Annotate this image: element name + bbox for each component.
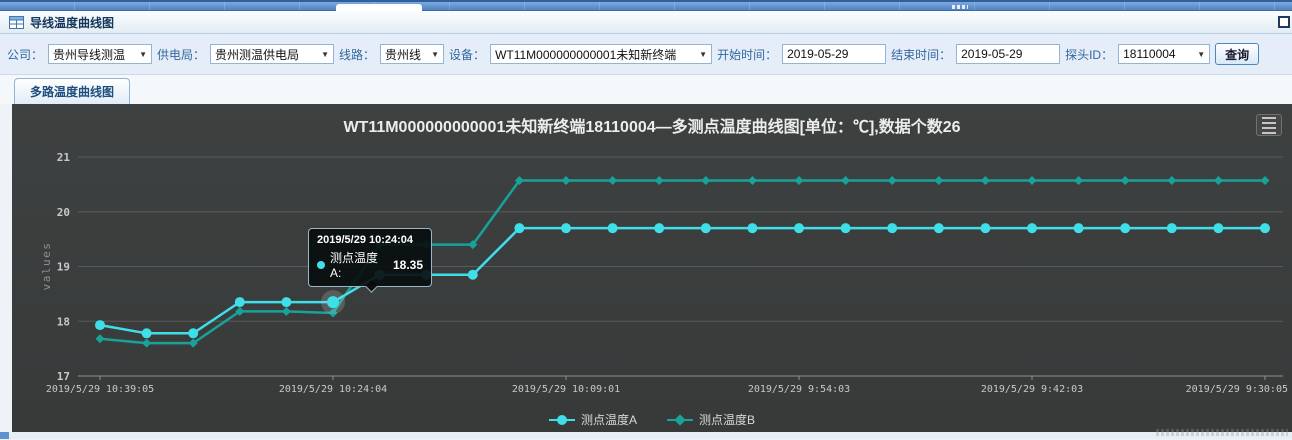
legend-item-series-b[interactable]: 测点温度B [667, 411, 755, 428]
temperature-chart: WT11M000000000001未知新终端18110004—多测点温度曲线图[… [12, 104, 1292, 432]
query-toolbar: 公司： 贵州导线测温 ▼ 供电局： 贵州测温供电局 ▼ 线路： 贵州线 ▼ 设备… [0, 34, 1292, 75]
svg-text:2019/5/29 9:30:05: 2019/5/29 9:30:05 [1186, 384, 1288, 395]
svg-text:2019/5/29 9:54:03: 2019/5/29 9:54:03 [748, 384, 850, 395]
svg-text:values: values [40, 242, 53, 291]
watermark [1156, 429, 1288, 436]
end-date-input[interactable] [961, 47, 1055, 61]
chevron-down-icon: ▼ [139, 50, 147, 59]
svg-text:19: 19 [57, 261, 70, 274]
line-select[interactable]: 贵州线 ▼ [380, 44, 444, 64]
bottom-blue-chip [0, 432, 9, 439]
legend-item-series-a[interactable]: 测点温度A [549, 411, 637, 428]
chevron-down-icon: ▼ [1197, 50, 1205, 59]
series-a-dot-icon [317, 261, 325, 269]
line-label: 线路： [339, 46, 375, 63]
top-bar-glyph [952, 5, 968, 9]
chevron-down-icon: ▼ [699, 50, 707, 59]
svg-text:2019/5/29 10:39:05: 2019/5/29 10:39:05 [46, 384, 154, 395]
device-select[interactable]: WT11M000000000001未知新终端 ▼ [490, 44, 712, 64]
svg-text:18: 18 [57, 315, 70, 328]
query-button[interactable]: 查询 [1215, 43, 1259, 65]
chevron-down-icon: ▼ [431, 50, 439, 59]
company-label: 公司： [7, 46, 43, 63]
svg-text:2019/5/29 9:42:03: 2019/5/29 9:42:03 [981, 384, 1083, 395]
tab-multi-temp-curve[interactable]: 多路温度曲线图 [14, 78, 130, 104]
line-plot-area[interactable]: 17 18 19 20 21 values 2019/5/29 10:39:05 2019/5… [12, 104, 1292, 432]
chart-tooltip: 2019/5/29 10:24:04 测点温度A: 18.35 [308, 228, 432, 287]
chevron-down-icon: ▼ [321, 50, 329, 59]
svg-text:2019/5/29 10:09:01: 2019/5/29 10:09:01 [512, 384, 620, 395]
tooltip-timestamp: 2019/5/29 10:24:04 [317, 234, 423, 246]
tooltip-series-label: 测点温度A: [330, 249, 389, 280]
svg-text:17: 17 [57, 370, 70, 383]
panel-title-bar: 导线温度曲线图 [0, 11, 1292, 34]
start-date-label: 开始时间： [717, 46, 777, 63]
menu-separators [0, 2, 1292, 10]
device-label: 设备： [449, 46, 485, 63]
top-menu-bar [0, 0, 1292, 11]
grid-table-icon [9, 16, 24, 29]
circle-marker-icon [549, 414, 575, 426]
bureau-select[interactable]: 贵州测温供电局 ▼ [210, 44, 334, 64]
svg-text:2019/5/29 10:24:04: 2019/5/29 10:24:04 [279, 384, 387, 395]
svg-text:21: 21 [57, 151, 71, 164]
tooltip-value: 18.35 [393, 258, 423, 272]
start-date-field [782, 44, 886, 64]
end-date-label: 结束时间： [891, 46, 951, 63]
bottom-strip [0, 432, 1292, 439]
legend-label: 测点温度B [699, 411, 755, 428]
probe-id-select[interactable]: 18110004 ▼ [1118, 44, 1210, 64]
probe-id-label: 探头ID： [1065, 46, 1113, 63]
legend-label: 测点温度A [581, 411, 637, 428]
page-title: 导线温度曲线图 [30, 14, 114, 31]
tab-row: 多路温度曲线图 [0, 75, 1292, 104]
chart-legend: 测点温度A 测点温度B [12, 411, 1292, 428]
start-date-input[interactable] [787, 47, 881, 61]
end-date-field [956, 44, 1060, 64]
collapse-icon[interactable] [1278, 16, 1290, 28]
svg-text:20: 20 [57, 206, 70, 219]
company-select[interactable]: 贵州导线测温 ▼ [48, 44, 152, 64]
diamond-marker-icon [667, 414, 693, 426]
bureau-label: 供电局： [157, 46, 205, 63]
